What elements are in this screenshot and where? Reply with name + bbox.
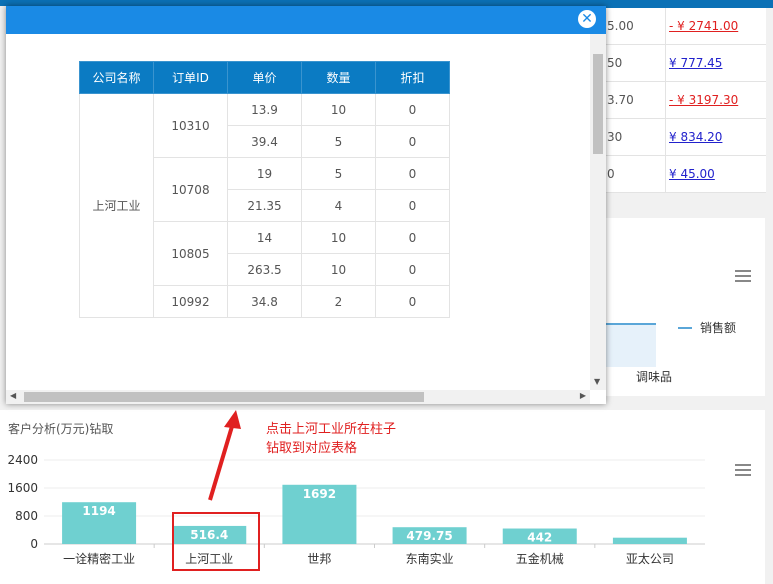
table-row: 上河工业 10310 13.9 10 0 [79, 93, 450, 318]
table-header-row: 公司名称 订单ID 单价 数量 折扣 [79, 61, 450, 94]
quantity-cell: 50 [607, 45, 666, 81]
annotation-line-2: 钻取到对应表格 [266, 441, 358, 456]
quantity-cell: 30 [607, 119, 666, 155]
highlight-box [172, 512, 260, 571]
popup-header: ✕ [6, 6, 606, 34]
price-cell: 39.4 [227, 125, 302, 158]
column-header-discount: 折扣 [375, 61, 450, 94]
popup-body: 公司名称 订单ID 单价 数量 折扣 上河工业 10310 13.9 10 0 39.4 5… [6, 34, 590, 390]
amount-link[interactable]: - ¥ 3197.30 [669, 82, 738, 118]
order-id-cell: 10992 [153, 285, 228, 318]
horizontal-scrollbar[interactable]: ◀ ▶ [6, 390, 590, 404]
discount-cell: 0 [375, 253, 450, 286]
legend-line-icon [678, 327, 692, 329]
price-cell: 21.35 [227, 189, 302, 222]
quantity-cell: 3.70 [607, 82, 666, 118]
discount-cell: 0 [375, 221, 450, 254]
discount-cell: 0 [375, 285, 450, 318]
vertical-scroll-thumb[interactable] [593, 54, 603, 154]
quantity-cell: 0 [607, 156, 666, 192]
company-cell: 上河工业 [79, 93, 154, 318]
x-tick-label[interactable]: 亚太公司 [626, 551, 674, 566]
legend-label[interactable]: 销售额 [700, 319, 736, 336]
sales-chart-panel [600, 218, 765, 396]
horizontal-scroll-thumb[interactable] [24, 392, 424, 402]
menu-icon[interactable] [735, 270, 751, 282]
y-tick-label: 800 [15, 509, 38, 523]
sales-area-series [600, 323, 656, 367]
qty-cell: 10 [301, 253, 376, 286]
price-cell: 13.9 [227, 93, 302, 126]
order-detail-table: 公司名称 订单ID 单价 数量 折扣 上河工业 10310 13.9 10 0 39.4 5… [79, 61, 450, 318]
bar-5[interactable] [612, 537, 687, 544]
qty-cell: 5 [301, 125, 376, 158]
scroll-left-icon[interactable]: ◀ [10, 391, 16, 400]
order-id-cell: 10708 [153, 157, 228, 222]
annotation-arrow [208, 410, 241, 501]
x-tick-label[interactable]: 东南实业 [406, 551, 454, 566]
y-tick-label: 1600 [7, 481, 38, 495]
close-button[interactable]: ✕ [578, 10, 596, 28]
annotation-text: 点击上河工业所在柱子 钻取到对应表格 [266, 420, 436, 458]
table-row: 5.00- ¥ 2741.00 [601, 8, 766, 45]
discount-cell: 0 [375, 125, 450, 158]
x-tick-label[interactable]: 世邦 [307, 552, 331, 566]
amount-link[interactable]: - ¥ 2741.00 [669, 8, 738, 44]
y-tick-label: 2400 [7, 453, 38, 467]
qty-cell: 4 [301, 189, 376, 222]
column-header-company: 公司名称 [79, 61, 154, 94]
amount-link[interactable]: ¥ 45.00 [669, 156, 715, 192]
scroll-right-icon[interactable]: ▶ [580, 391, 586, 400]
bar-data-label: 442 [527, 531, 552, 545]
discount-cell: 0 [375, 189, 450, 222]
discount-cell: 0 [375, 93, 450, 126]
price-cell: 34.8 [227, 285, 302, 318]
price-cell: 14 [227, 221, 302, 254]
background-table: 5.00- ¥ 2741.00 50 ¥ 777.45 3.70- ¥ 3197.30… [600, 8, 766, 193]
table-row: 50 ¥ 777.45 [601, 45, 766, 82]
table-row: 3.70- ¥ 3197.30 [601, 82, 766, 119]
panel-title: 客户分析(万元)钻取 [8, 422, 114, 436]
bar-data-label: 479.75 [406, 529, 452, 543]
x-tick-label[interactable]: 五金机械 [516, 551, 564, 566]
customer-bar-chart: 0800160024001194一诠精密工业516.4上河工业1692世邦479… [7, 453, 705, 566]
x-tick-label[interactable]: 一诠精密工业 [63, 551, 135, 566]
qty-cell: 5 [301, 157, 376, 190]
discount-cell: 0 [375, 157, 450, 190]
qty-cell: 2 [301, 285, 376, 318]
scroll-down-icon[interactable]: ▼ [594, 377, 600, 386]
qty-cell: 10 [301, 221, 376, 254]
column-header-order-id: 订单ID [153, 61, 228, 94]
amount-link[interactable]: ¥ 777.45 [669, 45, 722, 81]
table-row: 0 ¥ 45.00 [601, 156, 766, 193]
order-id-cell: 10805 [153, 221, 228, 286]
bar-data-label: 1692 [303, 487, 336, 501]
qty-cell: 10 [301, 93, 376, 126]
amount-link[interactable]: ¥ 834.20 [669, 119, 722, 155]
x-axis-label: 调味品 [636, 370, 673, 384]
quantity-cell: 5.00 [607, 8, 666, 44]
drilldown-popup[interactable]: ✕ 公司名称 订单ID 单价 数量 折扣 上河工业 10310 13.9 10 0 39.… [6, 6, 606, 404]
y-tick-label: 0 [30, 537, 38, 551]
column-header-price: 单价 [227, 61, 302, 94]
vertical-scrollbar[interactable]: ▼ [590, 34, 606, 390]
order-id-cell: 10310 [153, 93, 228, 158]
column-header-quantity: 数量 [301, 61, 376, 94]
table-row: 30 ¥ 834.20 [601, 119, 766, 156]
bar-data-label: 1194 [82, 504, 115, 518]
annotation-line-1: 点击上河工业所在柱子 [266, 422, 397, 437]
price-cell: 263.5 [227, 253, 302, 286]
price-cell: 19 [227, 157, 302, 190]
